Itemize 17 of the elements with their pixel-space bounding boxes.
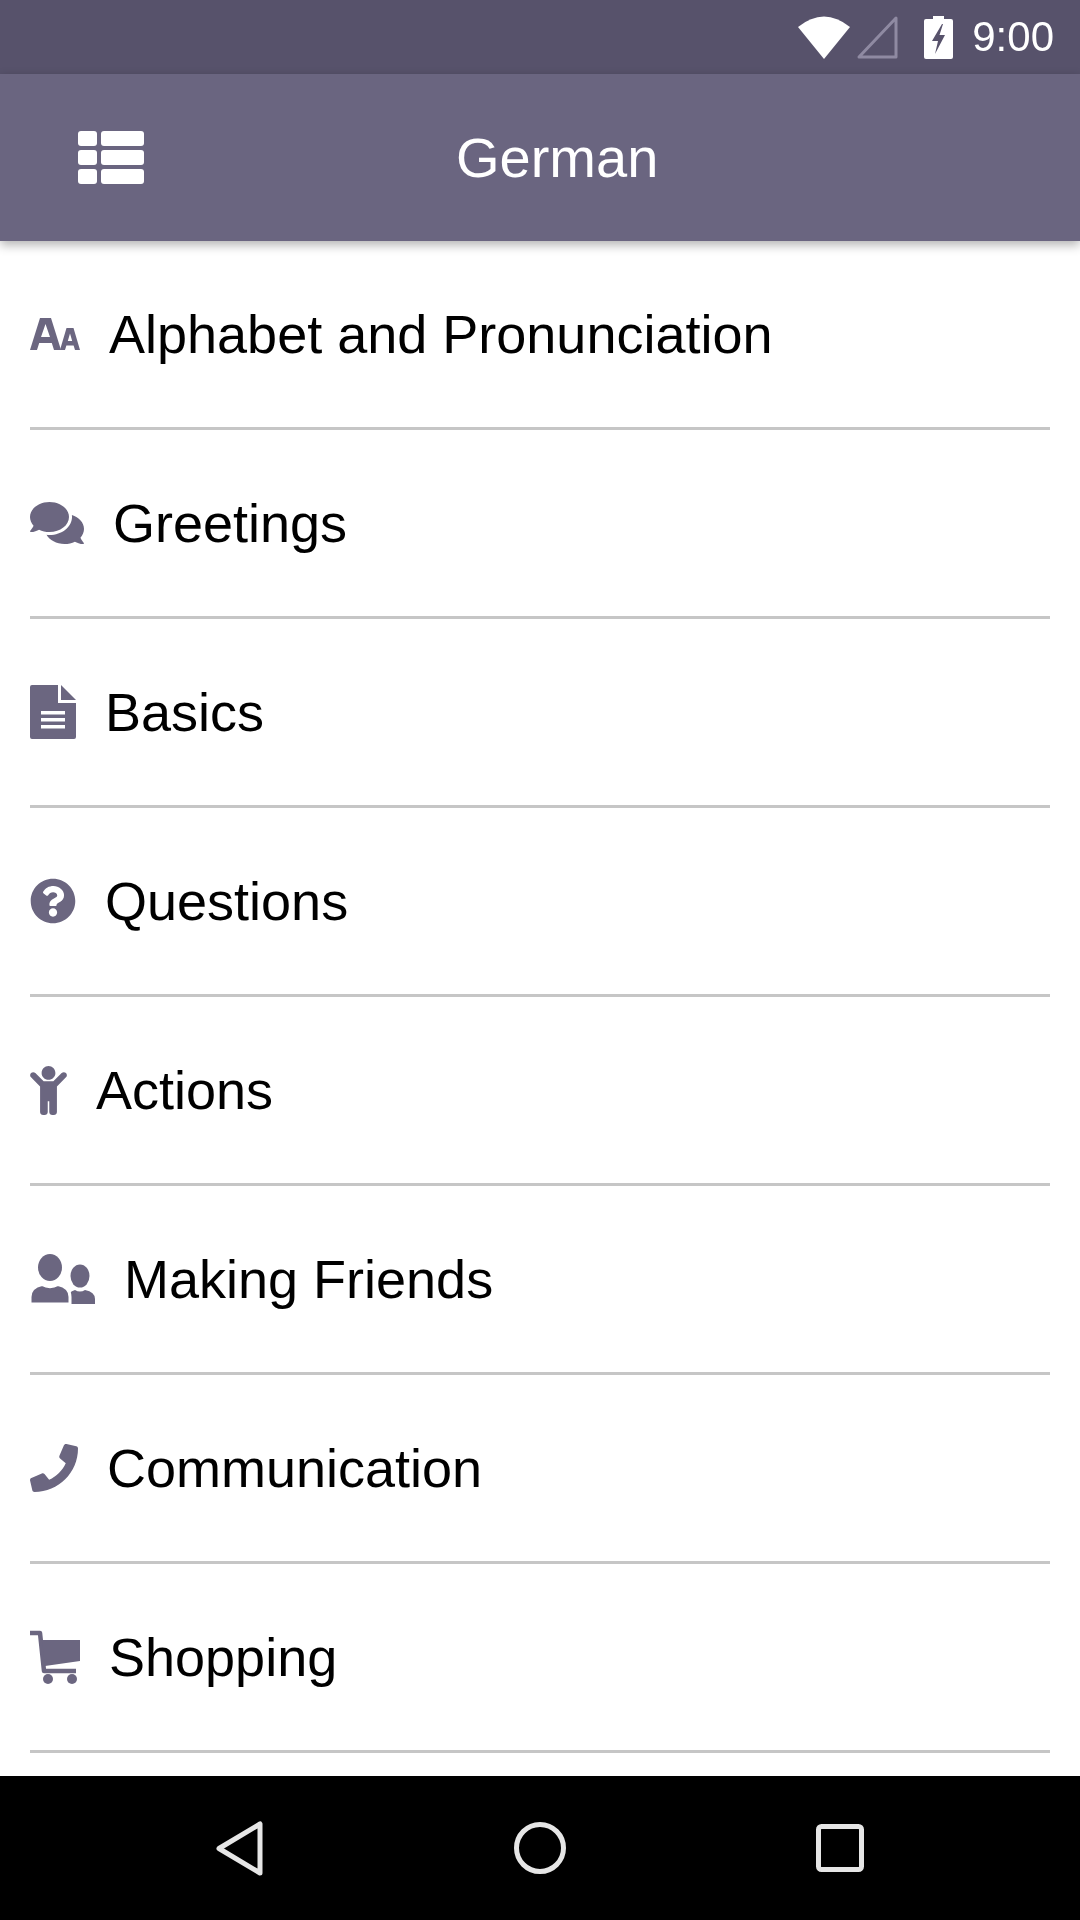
speech-bubbles-icon <box>30 499 84 547</box>
question-mark-icon <box>30 878 76 924</box>
cellular-signal-icon <box>857 15 899 59</box>
phone-icon <box>30 1444 78 1492</box>
status-time: 9:00 <box>972 16 1054 58</box>
two-people-icon <box>30 1254 95 1304</box>
shopping-cart-icon <box>30 1629 80 1685</box>
font-size-icon <box>30 318 80 350</box>
child-figure-icon <box>30 1065 67 1115</box>
back-icon[interactable] <box>216 1820 264 1876</box>
recents-icon[interactable] <box>816 1824 864 1872</box>
list-menu-icon[interactable] <box>78 131 144 184</box>
wifi-icon <box>798 15 851 59</box>
app-title: German <box>456 129 659 186</box>
document-icon <box>30 685 76 739</box>
home-icon[interactable] <box>514 1822 566 1874</box>
battery-charging-icon <box>924 15 954 59</box>
